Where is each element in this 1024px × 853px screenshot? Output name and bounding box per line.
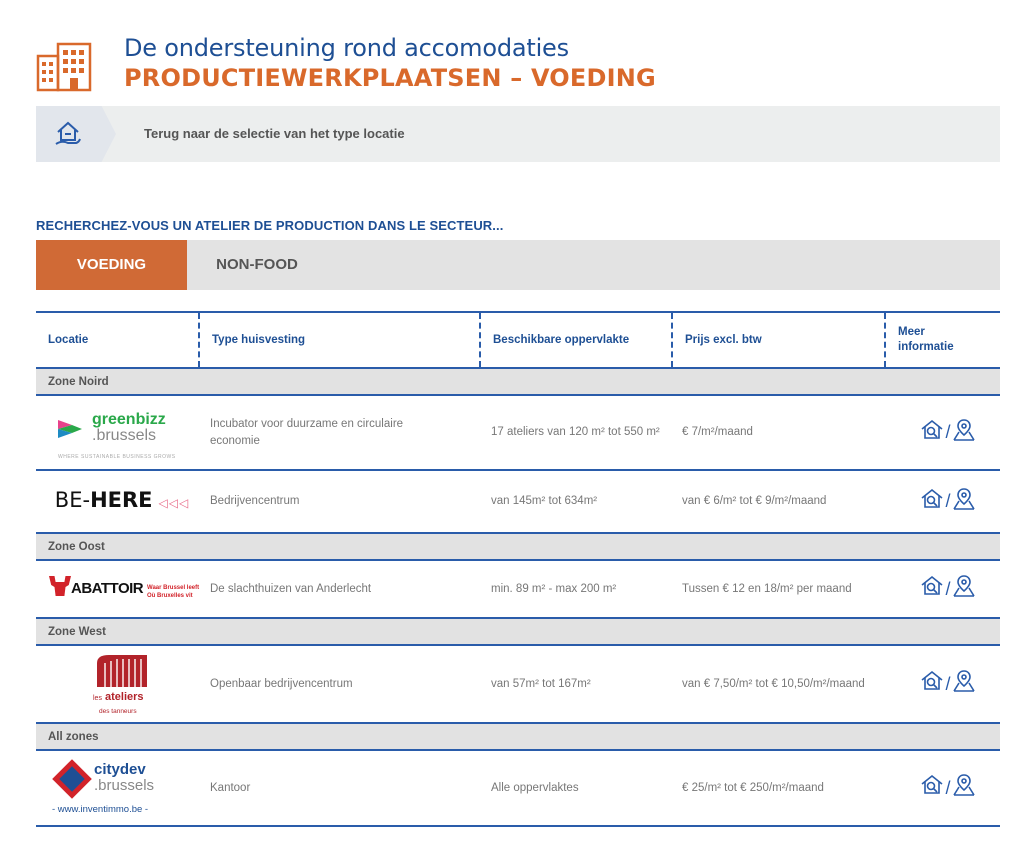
- zone-label: All zones: [36, 724, 1000, 751]
- info-cell: /: [908, 471, 988, 532]
- zone-label: Zone West: [36, 619, 1000, 646]
- greenbizz-logo[interactable]: greenbizz .brussels WHERE SUSTAINABLE BU…: [52, 407, 192, 460]
- logo-cell: greenbizz .brussels WHERE SUSTAINABLE BU…: [42, 396, 202, 469]
- type-cell: Kantoor: [210, 781, 251, 794]
- tab-voeding[interactable]: VOEDING: [36, 240, 187, 290]
- table-row: greenbizz .brussels WHERE SUSTAINABLE BU…: [36, 396, 1000, 471]
- map-pin-icon[interactable]: [952, 487, 976, 517]
- page-title: De ondersteuning rond accomodaties: [124, 34, 569, 62]
- page-subtitle: PRODUCTIEWERKPLAATSEN – VOEDING: [124, 64, 656, 92]
- price-cell: € 25/m² tot € 250/m²/maand: [682, 781, 824, 794]
- ateliers-des-tanneurs-logo[interactable]: les ateliers des tanneurs: [87, 653, 157, 715]
- info-cell: /: [908, 751, 988, 825]
- map-pin-icon[interactable]: [952, 773, 976, 803]
- logo-cell: BE-HERE ◁◁◁: [42, 471, 202, 532]
- price-cell: van € 6/m² tot € 9/m²/maand: [682, 495, 827, 507]
- type-cell: Openbaar bedrijvencentrum: [210, 677, 353, 690]
- icon-separator: /: [945, 578, 951, 599]
- icon-separator: /: [945, 777, 951, 798]
- col-header-informatie: informatie: [898, 341, 954, 353]
- surface-cell: van 57m² tot 167m²: [491, 677, 591, 690]
- house-search-icon[interactable]: [920, 773, 944, 803]
- map-pin-icon[interactable]: [952, 669, 976, 699]
- info-cell: /: [908, 646, 988, 722]
- page-header: De ondersteuning rond accomodaties PRODU…: [36, 22, 996, 102]
- price-cell: Tussen € 12 en 18/m² per maand: [682, 582, 852, 595]
- icon-separator: /: [945, 491, 951, 511]
- surface-cell: van 145m² tot 634m²: [491, 495, 598, 507]
- table-row: ABATTOIR Waar Brussel leeft Où Bruxelles…: [36, 561, 1000, 619]
- table-row: les ateliers des tanneurs Openbaar bedri…: [36, 646, 1000, 724]
- col-header-oppervlakte: Beschikbare oppervlakte: [479, 313, 671, 367]
- house-search-icon[interactable]: [920, 669, 944, 699]
- type-cell: De slachthuizen van Anderlecht: [210, 582, 372, 595]
- table-header: Locatie Type huisvesting Beschikbare opp…: [36, 311, 1000, 369]
- zone-label: Zone Oost: [36, 534, 1000, 561]
- greenbizz-arrow-icon: [58, 419, 82, 438]
- logo-cell: citydev .brussels - www.inventimmo.be -: [42, 751, 202, 825]
- abattoir-logo[interactable]: ABATTOIR Waar Brussel leeft Où Bruxelles…: [49, 574, 199, 604]
- be-here-logo[interactable]: BE-HERE ◁◁◁: [55, 489, 189, 512]
- col-header-type: Type huisvesting: [198, 313, 479, 367]
- col-header-meer: Meer: [898, 326, 925, 338]
- info-cell: /: [908, 396, 988, 469]
- back-link-bar[interactable]: Terug naar de selectie van het type loca…: [36, 106, 1000, 162]
- back-icon-box: [36, 106, 116, 162]
- house-search-icon[interactable]: [920, 487, 944, 517]
- surface-cell: 17 ateliers van 120 m² tot 550 m²: [491, 426, 660, 438]
- building-icon: [36, 42, 92, 92]
- price-cell: van € 7,50/m² tot € 10,50/m²/maand: [682, 677, 865, 690]
- house-search-icon[interactable]: [920, 574, 944, 604]
- locations-table: Locatie Type huisvesting Beschikbare opp…: [36, 311, 1000, 827]
- sector-tabs: VOEDING NON-FOOD: [36, 240, 1000, 290]
- map-pin-icon[interactable]: [952, 574, 976, 604]
- tab-non-food[interactable]: NON-FOOD: [187, 240, 327, 290]
- col-header-meer-informatie: Meer informatie: [884, 313, 1000, 367]
- table-row: citydev .brussels - www.inventimmo.be - …: [36, 751, 1000, 827]
- back-link-label[interactable]: Terug naar de selectie van het type loca…: [144, 126, 405, 141]
- table-row: BE-HERE ◁◁◁ Bedrijvencentrum van 145m² to…: [36, 471, 1000, 534]
- house-search-icon[interactable]: [920, 418, 944, 448]
- section-heading: RECHERCHEZ-VOUS UN ATELIER DE PRODUCTION…: [36, 218, 504, 233]
- bull-icon: [49, 576, 71, 596]
- type-cell: Incubator voor duurzame en circulaire ec…: [210, 417, 404, 447]
- icon-separator: /: [945, 422, 951, 442]
- type-cell: Bedrijvencentrum: [210, 495, 300, 507]
- logo-cell: les ateliers des tanneurs: [42, 646, 202, 722]
- price-cell: € 7/m²/maand: [682, 426, 753, 438]
- surface-cell: Alle oppervlaktes: [491, 781, 579, 794]
- surface-cell: min. 89 m² - max 200 m²: [491, 582, 617, 595]
- logo-cell: ABATTOIR Waar Brussel leeft Où Bruxelles…: [42, 561, 202, 617]
- col-header-locatie: Locatie: [48, 334, 89, 346]
- info-cell: /: [908, 561, 988, 617]
- icon-separator: /: [945, 673, 951, 694]
- map-pin-icon[interactable]: [952, 418, 976, 448]
- home-hand-icon: [55, 121, 81, 145]
- col-header-prijs: Prijs excl. btw: [671, 313, 884, 367]
- tanneurs-building-icon: [97, 655, 147, 687]
- citydev-logo[interactable]: citydev .brussels - www.inventimmo.be -: [48, 757, 196, 819]
- zone-label: Zone Noird: [36, 369, 1000, 396]
